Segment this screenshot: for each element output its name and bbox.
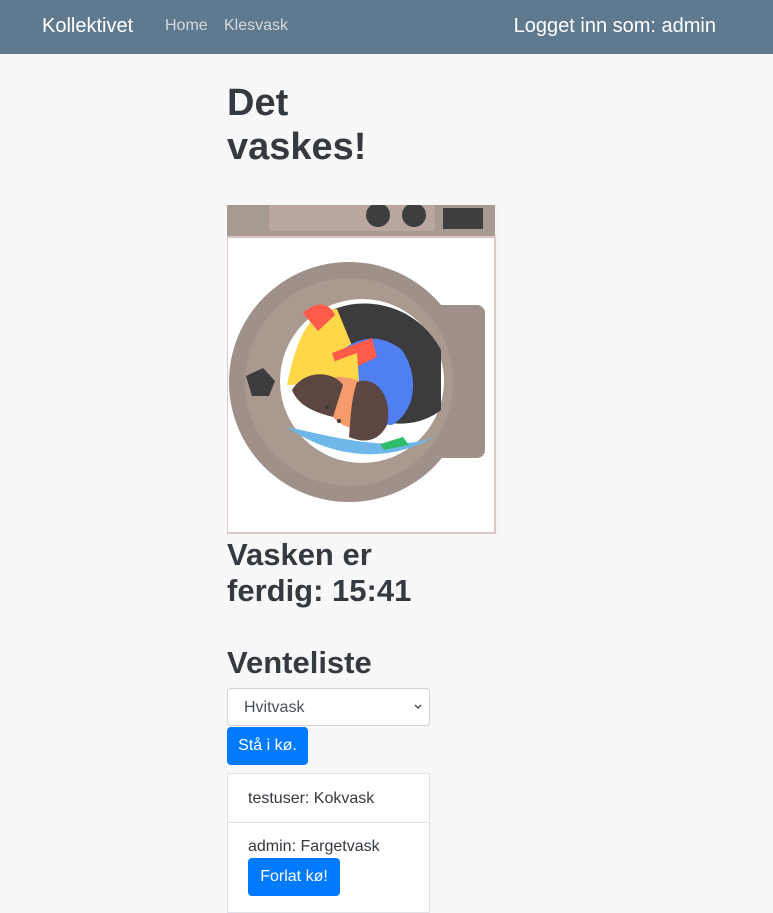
leave-queue-button[interactable]: Forlat kø! <box>248 858 340 896</box>
nav-laundry-link[interactable]: Klesvask <box>224 17 288 35</box>
selected-laundry-type: Hvitvask <box>244 699 305 716</box>
login-status: Logget inn som: admin <box>513 15 716 37</box>
page-title: Det vaskes! <box>227 82 367 168</box>
nav-home-link[interactable]: Home <box>165 17 208 35</box>
queue-entry-text: admin: Fargetvask <box>248 838 380 855</box>
queue-entry-text: testuser: Kokvask <box>248 790 375 807</box>
chevron-down-icon <box>414 704 422 710</box>
queue-title: Venteliste <box>227 645 372 680</box>
laundry-type-select[interactable]: Hvitvask <box>227 688 430 726</box>
washing-machine-illustration <box>226 203 499 535</box>
list-item: testuser: Kokvask <box>228 774 429 823</box>
queue-list: testuser: Kokvask admin: Fargetvask Forl… <box>227 773 430 913</box>
join-queue-button[interactable]: Stå i kø. <box>227 727 308 765</box>
top-navbar: Kollektivet Home Klesvask Logget inn som… <box>0 0 773 54</box>
brand-link[interactable]: Kollektivet <box>42 15 133 38</box>
laundry-finished-status: Vasken er ferdig: 15:41 <box>227 537 412 608</box>
list-item: admin: Fargetvask Forlat kø! <box>228 823 429 913</box>
